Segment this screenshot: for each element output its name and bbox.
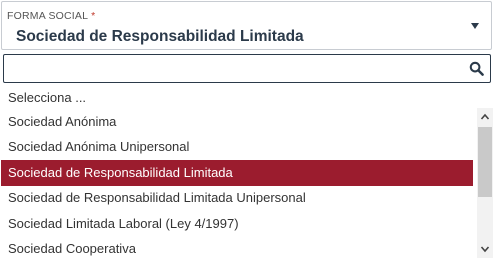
option-sociedad-cooperativa[interactable]: Sociedad Cooperativa <box>1 236 473 260</box>
selected-value: Sociedad de Responsabilidad Limitada <box>16 28 304 45</box>
option-sociedad-limitada-laboral[interactable]: Sociedad Limitada Laboral (Ley 4/1997) <box>1 211 473 237</box>
field-label-text: FORMA SOCIAL <box>7 10 89 22</box>
scroll-down-icon[interactable] <box>480 244 490 254</box>
option-sociedad-anonima[interactable]: Sociedad Anónima <box>1 109 473 135</box>
option-selecciona[interactable]: Selecciona ... <box>1 85 473 111</box>
forma-social-select[interactable]: FORMA SOCIAL * Sociedad de Responsabilida… <box>1 1 492 50</box>
search-icon[interactable] <box>469 61 484 76</box>
options-list: Selecciona ... Sociedad Anónima Sociedad… <box>1 85 492 260</box>
scroll-thumb[interactable] <box>478 127 492 197</box>
option-sociedad-responsabilidad-limitada[interactable]: Sociedad de Responsabilidad Limitada <box>1 160 473 186</box>
required-mark: * <box>91 10 96 22</box>
search-box <box>3 54 491 83</box>
search-input[interactable] <box>4 55 464 82</box>
field-label: FORMA SOCIAL * <box>7 10 95 22</box>
scroll-up-icon[interactable] <box>480 112 490 122</box>
scrollbar[interactable] <box>477 108 493 258</box>
option-sociedad-anonima-unipersonal[interactable]: Sociedad Anónima Unipersonal <box>1 134 473 160</box>
caret-down-icon[interactable] <box>471 23 479 29</box>
option-sociedad-responsabilidad-limitada-unipersonal[interactable]: Sociedad de Responsabilidad Limitada Uni… <box>1 185 473 211</box>
